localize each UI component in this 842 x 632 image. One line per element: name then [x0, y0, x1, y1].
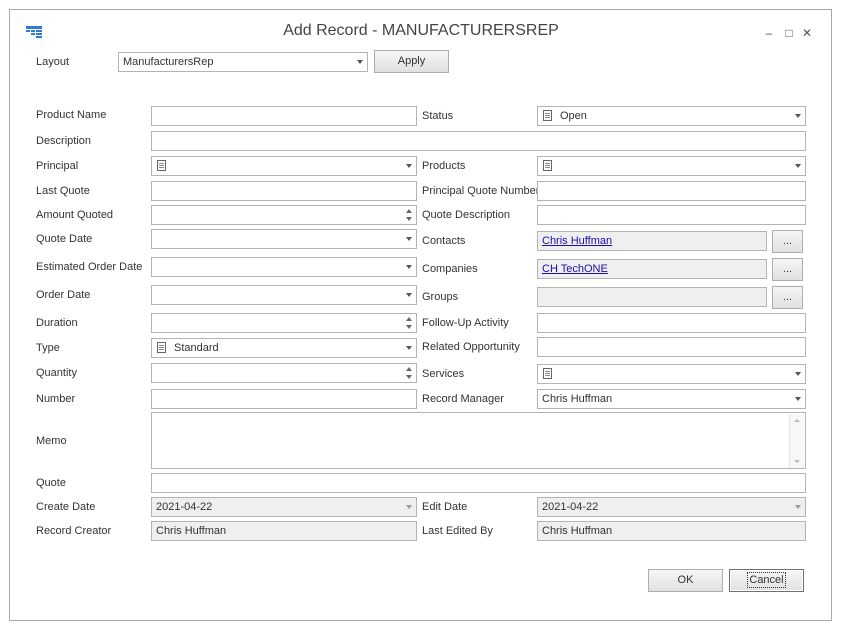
principal-label: Principal [36, 160, 79, 172]
chevron-down-icon [406, 346, 412, 350]
description-label: Description [36, 135, 92, 147]
chevron-down-icon [406, 293, 412, 297]
order-date-picker[interactable] [151, 285, 417, 305]
estimated-order-date-picker[interactable] [151, 257, 417, 277]
contacts-browse-button[interactable]: ... [772, 230, 803, 253]
principal-select[interactable] [151, 156, 417, 176]
layout-select[interactable]: ManufacturersRep [118, 52, 368, 72]
memo-scrollbar[interactable] [789, 414, 804, 468]
last-edited-by-field: Chris Huffman [537, 521, 806, 541]
document-icon [157, 160, 166, 171]
chevron-down-icon [795, 164, 801, 168]
principal-quote-number-field[interactable] [537, 181, 806, 201]
status-select[interactable]: Open [537, 106, 806, 126]
products-select[interactable] [537, 156, 806, 176]
chevron-down-icon [357, 60, 363, 64]
layout-value: ManufacturersRep [123, 56, 214, 68]
last-quote-label: Last Quote [36, 185, 90, 197]
principal-quote-number-label: Principal Quote Number [422, 185, 540, 197]
number-label: Number [36, 393, 76, 405]
follow-up-activity-label: Follow-Up Activity [422, 317, 509, 329]
chevron-down-icon [406, 237, 412, 241]
amount-quoted-label: Amount Quoted [36, 209, 114, 221]
chevron-down-icon [795, 505, 801, 509]
record-creator-label: Record Creator [36, 525, 112, 537]
ok-button[interactable]: OK [648, 569, 723, 592]
quote-description-field[interactable] [537, 205, 806, 225]
duration-label: Duration [36, 317, 78, 329]
products-label: Products [422, 160, 466, 172]
edit-date-field: 2021-04-22 [537, 497, 806, 517]
spinner-icon[interactable] [405, 208, 413, 222]
maximize-icon[interactable]: □ [782, 26, 796, 40]
document-icon [543, 368, 552, 379]
spinner-icon[interactable] [405, 316, 413, 330]
document-icon [543, 160, 552, 171]
quote-date-picker[interactable] [151, 229, 417, 249]
document-icon [157, 342, 166, 353]
companies-field[interactable]: CH TechONE [537, 259, 767, 279]
contact-link[interactable]: Chris Huffman [542, 235, 612, 247]
close-icon[interactable]: ✕ [800, 26, 814, 40]
groups-browse-button[interactable]: ... [772, 286, 803, 309]
last-quote-field[interactable] [151, 181, 417, 201]
memo-label: Memo [36, 435, 67, 447]
memo-textarea[interactable] [151, 412, 806, 469]
product-name-label: Product Name [36, 109, 107, 121]
apply-button[interactable]: Apply [374, 50, 449, 73]
minimize-icon[interactable]: – [762, 26, 776, 40]
estimated-order-date-label: Estimated Order Date [36, 261, 143, 273]
order-date-label: Order Date [36, 289, 91, 301]
quote-description-label: Quote Description [422, 209, 511, 221]
record-manager-select[interactable]: Chris Huffman [537, 389, 806, 409]
companies-label: Companies [422, 263, 478, 275]
chevron-down-icon [795, 372, 801, 376]
chevron-down-icon [795, 114, 801, 118]
chevron-down-icon [406, 265, 412, 269]
spinner-icon[interactable] [405, 366, 413, 380]
quote-date-label: Quote Date [36, 233, 93, 245]
related-opportunity-field[interactable] [537, 337, 806, 357]
create-date-label: Create Date [36, 501, 96, 513]
record-manager-label: Record Manager [422, 393, 504, 405]
cancel-button[interactable]: Cancel [729, 569, 804, 592]
contacts-field[interactable]: Chris Huffman [537, 231, 767, 251]
chevron-down-icon [795, 397, 801, 401]
services-label: Services [422, 368, 465, 380]
last-edited-by-label: Last Edited By [422, 525, 493, 537]
status-label: Status [422, 110, 454, 122]
type-select[interactable]: Standard [151, 338, 417, 358]
quantity-label: Quantity [36, 367, 77, 379]
contacts-label: Contacts [422, 235, 466, 247]
document-icon [543, 110, 552, 121]
chevron-down-icon [406, 505, 412, 509]
duration-stepper[interactable] [151, 313, 417, 333]
quote-label: Quote [36, 477, 66, 489]
services-select[interactable] [537, 364, 806, 384]
follow-up-activity-field[interactable] [537, 313, 806, 333]
edit-date-label: Edit Date [422, 501, 468, 513]
create-date-field: 2021-04-22 [151, 497, 417, 517]
groups-label: Groups [422, 291, 459, 303]
groups-field[interactable] [537, 287, 767, 307]
related-opportunity-label: Related Opportunity [422, 341, 520, 353]
record-creator-field: Chris Huffman [151, 521, 417, 541]
company-link[interactable]: CH TechONE [542, 263, 608, 275]
window-title: Add Record - MANUFACTURERSREP [283, 22, 559, 39]
product-name-field[interactable] [151, 106, 417, 126]
companies-browse-button[interactable]: ... [772, 258, 803, 281]
type-label: Type [36, 342, 60, 354]
description-field[interactable] [151, 131, 806, 151]
chevron-down-icon [406, 164, 412, 168]
layout-label: Layout [36, 56, 70, 68]
quantity-stepper[interactable] [151, 363, 417, 383]
number-field[interactable] [151, 389, 417, 409]
quote-field[interactable] [151, 473, 806, 493]
amount-quoted-stepper[interactable] [151, 205, 417, 225]
